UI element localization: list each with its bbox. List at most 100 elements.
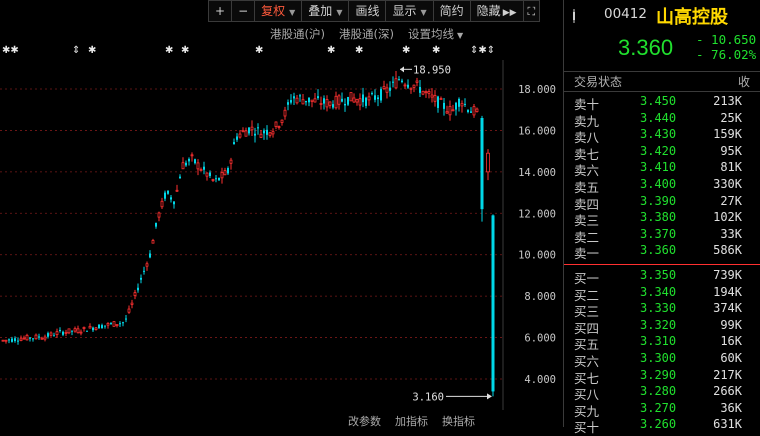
hk-connect-sh-link[interactable]: 港股通(沪) — [270, 26, 325, 44]
fullscreen-button[interactable]: ⛶ — [522, 0, 541, 22]
level-price: 3.340 — [640, 284, 677, 299]
ask-level-row[interactable]: 卖一 3.360 586K — [574, 243, 760, 261]
candle-body — [112, 321, 116, 327]
candle-body — [287, 102, 289, 105]
display-button[interactable]: 显示 ▼ — [385, 0, 434, 22]
candle-body — [32, 338, 34, 340]
candle-body — [295, 97, 299, 104]
level-price: 3.270 — [640, 400, 677, 415]
ask-level-row[interactable]: 卖七 3.420 95K — [574, 143, 760, 162]
candle-body — [392, 81, 394, 83]
ask-level-row[interactable]: 卖四 3.390 27K — [574, 194, 760, 212]
candle-body — [170, 197, 172, 200]
zoom-in-button[interactable]: + — [208, 0, 233, 22]
bid-level-row[interactable]: 买四 3.320 99K — [574, 317, 760, 336]
candle-body — [380, 89, 382, 101]
switch-indicator-button[interactable]: 换指标 — [442, 413, 475, 428]
level-price: 3.420 — [640, 143, 677, 158]
candle-body — [412, 84, 416, 88]
last-price: 3.360 — [618, 35, 674, 60]
level-price: 3.290 — [640, 367, 677, 382]
candle-body — [218, 177, 220, 181]
candle-body — [194, 159, 196, 164]
bid-level-row[interactable]: 买三 3.330 374K — [574, 301, 760, 319]
level-volume: 194K — [713, 284, 742, 299]
double-arrow-icon: ▶▶ — [502, 8, 517, 18]
draw-line-button[interactable]: 画线 — [348, 0, 387, 22]
level-price: 3.380 — [640, 210, 677, 225]
ask-level-row[interactable]: 卖三 3.380 102K — [574, 210, 760, 228]
candlestick-chart[interactable]: 18.000 16.000 14.000 12.000 10.000 8.000 6.000… — [0, 60, 563, 410]
ma-settings-button[interactable]: 设置均线 ▼ — [408, 26, 463, 44]
zoom-out-button[interactable]: − — [231, 0, 256, 22]
candle-body — [64, 331, 68, 334]
bid-level-row[interactable]: 买九 3.270 36K — [574, 400, 760, 419]
event-marker[interactable]: ✱ — [88, 45, 96, 56]
event-marker[interactable]: ✱ — [355, 45, 363, 56]
bid-level-row[interactable]: 买六 3.300 60K — [574, 351, 760, 369]
candle-body — [430, 94, 434, 98]
candle-body — [371, 93, 373, 95]
candle-body — [173, 201, 175, 205]
event-marker[interactable]: ✱ — [181, 45, 189, 56]
candle-body — [407, 84, 409, 88]
candle-body — [130, 302, 134, 305]
event-marker[interactable]: ✱ — [255, 45, 263, 56]
y-tick-label: 16.000 — [518, 125, 556, 137]
candle-body — [394, 78, 398, 89]
ask-level-row[interactable]: 卖十 3.450 213K — [574, 94, 760, 112]
ask-level-row[interactable]: 卖九 3.440 25K — [574, 111, 760, 129]
hide-button[interactable]: 隐藏 ▶▶ — [469, 0, 524, 22]
candle-body — [305, 100, 307, 103]
chevron-down-icon: ▼ — [289, 8, 296, 17]
add-indicator-button[interactable]: 加指标 — [395, 413, 428, 428]
bid-level-row[interactable]: 买二 3.340 194K — [574, 284, 760, 303]
bid-level-row[interactable]: 买五 3.310 16K — [574, 334, 760, 352]
bid-level-row[interactable]: 买十 3.260 631K — [574, 417, 760, 435]
fullscreen-icon: ⛶ — [527, 5, 536, 18]
adjust-button[interactable]: 复权 ▼ — [254, 0, 303, 22]
candle-body — [448, 106, 452, 116]
event-marker[interactable]: ✱ — [165, 45, 173, 56]
event-marker[interactable]: ✱✱ — [2, 45, 19, 56]
candle-body — [341, 98, 343, 102]
hk-connect-sz-link[interactable]: 港股通(深) — [339, 26, 394, 44]
candle-body — [29, 337, 31, 339]
bid-level-row[interactable]: 买八 3.280 266K — [574, 384, 760, 402]
candle-body — [283, 109, 287, 117]
event-marker[interactable]: ✱ — [432, 45, 440, 56]
candle-body — [14, 338, 16, 342]
candle-body — [229, 159, 233, 164]
event-marker[interactable]: ✱ — [327, 45, 335, 56]
candle-body — [458, 98, 460, 107]
display-label: 显示 — [392, 4, 417, 18]
candle-body — [358, 98, 362, 106]
ask-level-row[interactable]: 卖二 3.370 33K — [574, 227, 760, 245]
ask-level-row[interactable]: 卖六 3.410 81K — [574, 160, 760, 178]
candle-body — [205, 172, 209, 177]
candle-body — [203, 166, 205, 170]
simple-button[interactable]: 简约 — [432, 0, 471, 22]
y-tick-label: 8.000 — [524, 291, 556, 303]
event-marker[interactable]: ⇕ — [72, 45, 80, 56]
overlay-button[interactable]: 叠加 ▼ — [301, 0, 350, 22]
event-marker[interactable]: ✱ — [402, 45, 410, 56]
event-marker[interactable]: ⇕✱⇕ — [470, 45, 495, 56]
bid-level-row[interactable]: 买一 3.350 739K — [574, 268, 760, 286]
ask-level-row[interactable]: 卖八 3.430 159K — [574, 127, 760, 145]
chart-toggle-icon[interactable] — [572, 9, 582, 23]
level-volume: 36K — [720, 400, 742, 415]
candle-body — [190, 154, 194, 157]
candle-body — [167, 190, 169, 194]
ask-level-row[interactable]: 卖五 3.400 330K — [574, 177, 760, 195]
candle-body — [257, 127, 259, 129]
level-volume: 99K — [720, 317, 742, 332]
level-price: 3.400 — [640, 177, 677, 191]
candle-body — [127, 308, 131, 313]
level-price: 3.450 — [640, 94, 677, 108]
candle-body — [374, 95, 376, 100]
change-params-button[interactable]: 改参数 — [348, 413, 381, 428]
candle-body — [480, 118, 484, 210]
candle-body — [25, 334, 29, 341]
bid-level-row[interactable]: 买七 3.290 217K — [574, 367, 760, 386]
